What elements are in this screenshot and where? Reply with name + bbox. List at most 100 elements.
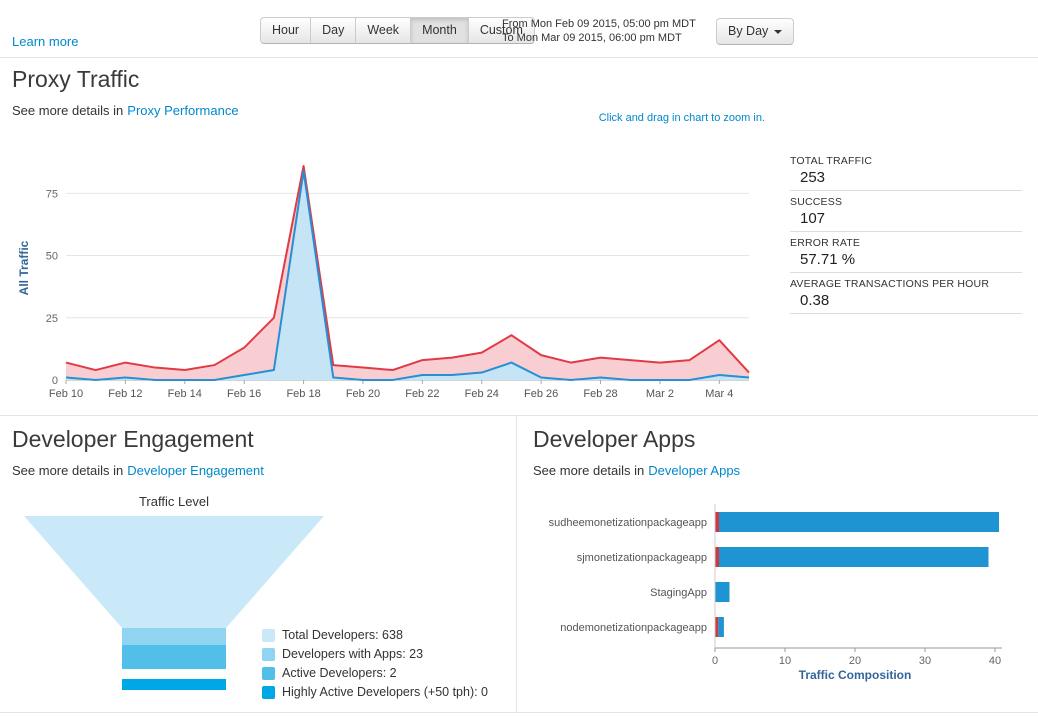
bar-category-label: StagingApp bbox=[650, 587, 707, 599]
area-success bbox=[66, 171, 749, 380]
funnel-segment-developers-with-apps bbox=[122, 628, 226, 645]
x-tick-label: Feb 24 bbox=[465, 388, 499, 400]
learn-more-link[interactable]: Learn more bbox=[12, 34, 78, 49]
x-tick-label: 0 bbox=[712, 655, 718, 667]
developer-apps-title: Developer Apps bbox=[533, 426, 1038, 453]
bar-category-label: sjmonetizationpackageapp bbox=[577, 552, 707, 564]
stat-value: 57.71 % bbox=[800, 251, 1022, 268]
y-tick-label: 0 bbox=[52, 375, 58, 387]
stat-label: AVERAGE TRANSACTIONS PER HOUR bbox=[790, 278, 1022, 290]
line-success bbox=[66, 171, 749, 380]
funnel-segment-total-developers bbox=[24, 516, 324, 628]
stat-value: 253 bbox=[800, 169, 1022, 186]
see-more-text: See more details in bbox=[533, 463, 644, 478]
funnel-legend: Total Developers: 638Developers with App… bbox=[262, 626, 488, 702]
funnel-segment-highly-active-developers bbox=[122, 679, 226, 690]
area-all-traffic bbox=[66, 166, 749, 380]
stat-value: 0.38 bbox=[800, 292, 1022, 309]
date-range-to: To Mon Mar 09 2015, 06:00 pm MDT bbox=[502, 31, 696, 45]
line-all-traffic bbox=[66, 166, 749, 373]
bar-segment-success bbox=[718, 617, 724, 637]
x-tick-label: 40 bbox=[989, 655, 1001, 667]
stat-label: TOTAL TRAFFIC bbox=[790, 155, 1022, 167]
stat-label: SUCCESS bbox=[790, 196, 1022, 208]
bar-segment-success bbox=[719, 512, 999, 532]
x-tick-label: Feb 16 bbox=[227, 388, 261, 400]
developer-apps-link[interactable]: Developer Apps bbox=[648, 463, 740, 478]
y-axis-label: All Traffic bbox=[17, 240, 31, 295]
x-tick-label: Feb 12 bbox=[108, 388, 142, 400]
x-tick-label: Feb 14 bbox=[168, 388, 202, 400]
legend-item-developers-with-apps: Developers with Apps: 23 bbox=[262, 645, 488, 664]
stat-value: 107 bbox=[800, 210, 1022, 227]
proxy-traffic-title: Proxy Traffic bbox=[12, 66, 1038, 93]
stat-error-rate: ERROR RATE 57.71 % bbox=[790, 237, 1022, 273]
bar-category-label: nodemonetizationpackageapp bbox=[560, 622, 707, 634]
bottom-row: Developer Engagement See more details in… bbox=[0, 416, 1038, 713]
developer-engagement-link[interactable]: Developer Engagement bbox=[127, 463, 264, 478]
legend-swatch bbox=[262, 686, 275, 699]
bar-category-label: sudheemonetizationpackageapp bbox=[549, 517, 707, 529]
range-button-week[interactable]: Week bbox=[355, 17, 411, 44]
topbar: Learn more HourDayWeekMonthCustom From M… bbox=[0, 0, 1038, 58]
see-more-text: See more details in bbox=[12, 463, 123, 478]
funnel-segment-active-developers bbox=[122, 645, 226, 669]
legend-swatch bbox=[262, 648, 275, 661]
legend-swatch bbox=[262, 629, 275, 642]
proxy-see-more-line: See more details in Proxy Performance bbox=[12, 103, 1038, 118]
legend-label: Active Developers: 2 bbox=[282, 664, 397, 683]
x-tick-label: Feb 26 bbox=[524, 388, 558, 400]
see-more-text: See more details in bbox=[12, 103, 123, 118]
x-tick-label: 20 bbox=[849, 655, 861, 667]
bar-segment-error bbox=[716, 547, 720, 567]
range-button-month[interactable]: Month bbox=[410, 17, 469, 44]
bar-segment-error bbox=[716, 512, 720, 532]
stat-label: ERROR RATE bbox=[790, 237, 1022, 249]
proxy-performance-link[interactable]: Proxy Performance bbox=[127, 103, 238, 118]
stat-success: SUCCESS 107 bbox=[790, 196, 1022, 232]
developer-apps-chart: sudheemonetizationpackageapp sjmonetizati… bbox=[535, 504, 1025, 686]
bar-segment-success bbox=[716, 582, 730, 602]
legend-item-active-developers: Active Developers: 2 bbox=[262, 664, 488, 683]
time-range-button-group: HourDayWeekMonthCustom bbox=[260, 17, 535, 44]
x-tick-label: Feb 10 bbox=[49, 388, 83, 400]
developer-apps-section: Developer Apps See more details in Develo… bbox=[517, 416, 1038, 712]
proxy-traffic-chart[interactable]: 0 25 50 75 Feb 10 Feb 12 Feb 14 Feb 16 Feb 18 Feb… bbox=[14, 142, 759, 410]
group-by-dropdown[interactable]: By Day bbox=[716, 18, 794, 45]
x-tick-label: Feb 22 bbox=[405, 388, 439, 400]
bar-segment-error bbox=[716, 617, 719, 637]
range-button-hour[interactable]: Hour bbox=[260, 17, 311, 44]
developer-engagement-section: Developer Engagement See more details in… bbox=[0, 416, 517, 712]
legend-swatch bbox=[262, 667, 275, 680]
funnel-chart-title: Traffic Level bbox=[24, 494, 324, 509]
analytics-dashboard: Learn more HourDayWeekMonthCustom From M… bbox=[0, 0, 1038, 713]
legend-label: Developers with Apps: 23 bbox=[282, 645, 423, 664]
x-tick-label: 10 bbox=[779, 655, 791, 667]
legend-item-highly-active-developers: Highly Active Developers (+50 tph): 0 bbox=[262, 683, 488, 702]
developer-engagement-title: Developer Engagement bbox=[12, 426, 516, 453]
engagement-see-more-line: See more details in Developer Engagement bbox=[12, 463, 516, 478]
x-tick-label: 30 bbox=[919, 655, 931, 667]
y-tick-label: 25 bbox=[46, 313, 58, 325]
range-button-day[interactable]: Day bbox=[310, 17, 356, 44]
caret-down-icon bbox=[774, 30, 782, 34]
legend-label: Highly Active Developers (+50 tph): 0 bbox=[282, 683, 488, 702]
y-tick-label: 75 bbox=[46, 188, 58, 200]
bar-segment-success bbox=[719, 547, 989, 567]
x-tick-label: Feb 20 bbox=[346, 388, 380, 400]
x-tick-label: Mar 2 bbox=[646, 388, 674, 400]
date-range-from: From Mon Feb 09 2015, 05:00 pm MDT bbox=[502, 17, 696, 31]
x-tick-label: Feb 28 bbox=[583, 388, 617, 400]
x-tick-label: Feb 18 bbox=[286, 388, 320, 400]
legend-label: Total Developers: 638 bbox=[282, 626, 403, 645]
zoom-hint: Click and drag in chart to zoom in. bbox=[599, 112, 765, 124]
traffic-stats-panel: TOTAL TRAFFIC 253 SUCCESS 107 ERROR RATE 57.7… bbox=[790, 155, 1022, 319]
x-tick-label: Mar 4 bbox=[705, 388, 733, 400]
apps-see-more-line: See more details in Developer Apps bbox=[533, 463, 1038, 478]
y-tick-label: 50 bbox=[46, 251, 58, 263]
date-range: From Mon Feb 09 2015, 05:00 pm MDT To Mo… bbox=[502, 17, 696, 45]
legend-item-total-developers: Total Developers: 638 bbox=[262, 626, 488, 645]
proxy-traffic-section: Proxy Traffic See more details in Proxy P… bbox=[0, 58, 1038, 416]
stat-average-transactions-per-hour: AVERAGE TRANSACTIONS PER HOUR 0.38 bbox=[790, 278, 1022, 314]
x-axis-label: Traffic Composition bbox=[799, 668, 912, 682]
